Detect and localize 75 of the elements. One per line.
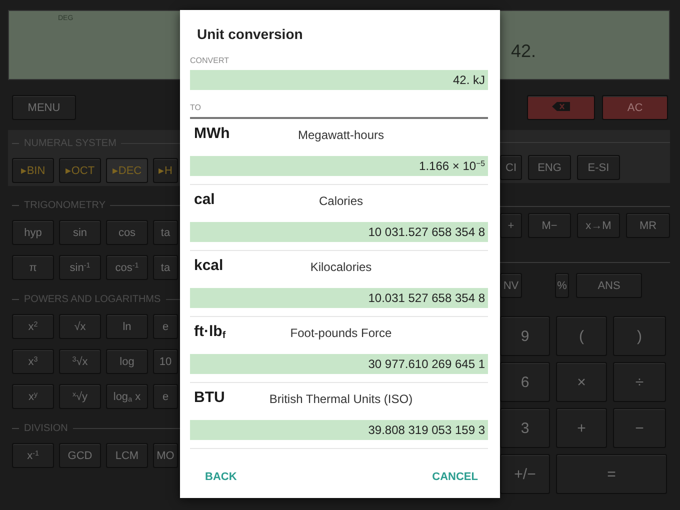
calculator-key[interactable]: ta — [153, 220, 178, 245]
to-label: TO — [190, 103, 202, 112]
calculator-key[interactable]: e — [153, 314, 178, 339]
calculator-key[interactable]: cos — [106, 220, 148, 245]
calculator-key[interactable]: + — [500, 213, 522, 238]
result-field: 1.166 × 10$^{−5}$ — [190, 156, 488, 176]
calculator-key[interactable]: LCM — [106, 443, 148, 468]
back-button[interactable]: BACK — [205, 471, 237, 483]
calculator-key[interactable]: ANS — [576, 273, 642, 298]
convert-field[interactable]: 42. kJ — [190, 70, 488, 90]
unit-symbol: kcal — [194, 257, 224, 274]
calculator-key[interactable]: − — [613, 408, 666, 448]
calculator-key[interactable]: x→M — [577, 213, 620, 238]
calculator-key[interactable]: % — [555, 273, 569, 298]
calculator-key[interactable]: = — [556, 454, 667, 494]
calculator-key[interactable]: CI — [500, 155, 522, 180]
display-value: 42. — [510, 41, 536, 62]
unit-symbol: MWh — [194, 125, 231, 142]
unit-name: Foot-pounds Force — [289, 326, 393, 340]
calculator-key[interactable]: M− — [528, 213, 571, 238]
unit-name: Megawatt-hours — [296, 128, 386, 142]
convert-label: CONVERT — [190, 56, 230, 65]
calculator-key[interactable]: log — [106, 349, 148, 374]
unit-name: British Thermal Units (ISO) — [268, 392, 414, 406]
calculator-key[interactable]: sin — [59, 220, 101, 245]
calculator-key[interactable]: x$^{3}$ — [12, 349, 54, 374]
result-field: 30 977.610 269 645 1 — [190, 354, 488, 374]
calculator-key[interactable]: x$^{2}$ — [12, 314, 54, 339]
calculator-key[interactable]: $^{x}$√y — [59, 384, 101, 409]
calculator-key[interactable]: + — [556, 408, 607, 448]
cancel-button[interactable]: CANCEL — [432, 471, 478, 483]
calculator-key[interactable]: π — [12, 255, 54, 280]
unit-name: Calories — [318, 194, 364, 208]
calculator-key[interactable]: ▸H — [153, 158, 178, 183]
backspace-icon — [552, 102, 570, 110]
calculator-key[interactable]: ▸BIN — [12, 158, 54, 183]
dialog-title: Unit conversion — [197, 26, 304, 42]
result-field: 10.031 527 658 354 8 — [190, 288, 488, 308]
calculator-key[interactable]: e — [153, 384, 178, 409]
unit-name: Kilocalories — [309, 260, 373, 274]
calculator-key[interactable]: 9 — [500, 316, 550, 356]
menu-button[interactable]: MENU — [12, 95, 76, 120]
unit-symbol: ft·lb$_{f}$ — [194, 323, 227, 340]
result-field: 39.808 319 053 159 3 — [190, 420, 488, 440]
calculator-key[interactable]: 10 — [153, 349, 178, 374]
calculator-key[interactable]: √x — [59, 314, 101, 339]
calculator-key[interactable]: ta — [153, 255, 178, 280]
calculator-key[interactable]: hyp — [12, 220, 54, 245]
calculator-key[interactable]: E-SI — [577, 155, 620, 180]
clear-button[interactable]: AC — [602, 95, 668, 120]
calculator-key[interactable]: MO — [153, 443, 178, 468]
unit-symbol: cal — [194, 191, 216, 208]
calculator-key[interactable]: ÷ — [613, 362, 666, 402]
calculator-key[interactable]: ▸DEC — [106, 158, 148, 183]
calculator-key[interactable]: ▸OCT — [59, 158, 101, 183]
calculator-key[interactable]: ) — [613, 316, 666, 356]
calculator-key[interactable]: NV — [500, 273, 522, 298]
calculator-key[interactable]: 3 — [500, 408, 550, 448]
calculator-key[interactable]: sin$^{-1}$ — [59, 255, 101, 280]
calculator-key[interactable]: ( — [556, 316, 607, 356]
result-field: 10 031.527 658 354 8 — [190, 222, 488, 242]
calculator-key[interactable]: MR — [626, 213, 670, 238]
calculator-key[interactable]: x$^{-1}$ — [12, 443, 54, 468]
calculator-key[interactable]: log$_{a}$ x — [106, 384, 148, 409]
backspace-button[interactable] — [527, 95, 595, 120]
calculator-key[interactable]: ENG — [528, 155, 571, 180]
calculator-key[interactable]: GCD — [59, 443, 101, 468]
calculator-key[interactable]: × — [556, 362, 607, 402]
calculator-key[interactable]: 6 — [500, 362, 550, 402]
unit-symbol: BTU — [194, 389, 226, 406]
calculator-key[interactable]: cos$^{-1}$ — [106, 255, 148, 280]
calculator-key[interactable]: +/− — [500, 454, 550, 494]
calculator-key[interactable]: ln — [106, 314, 148, 339]
calculator-key[interactable]: $^{3}$√x — [59, 349, 101, 374]
calculator-key[interactable]: x$^{y}$ — [12, 384, 54, 409]
